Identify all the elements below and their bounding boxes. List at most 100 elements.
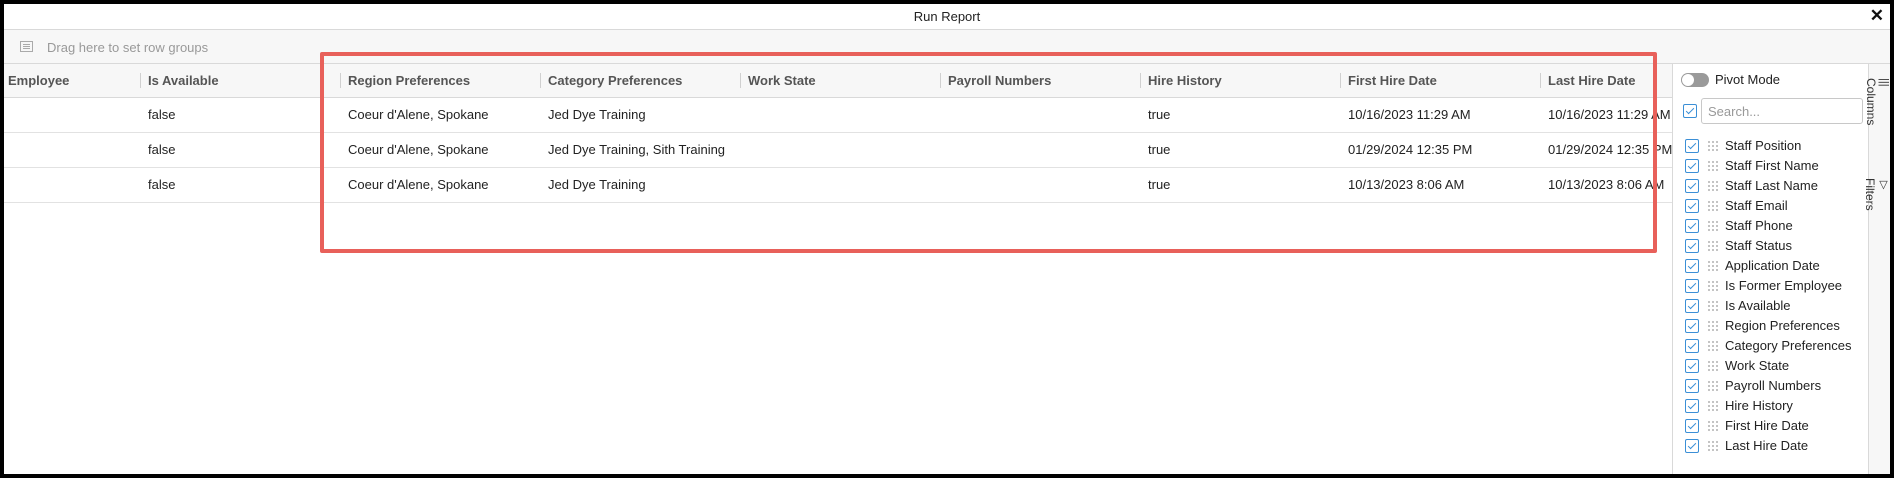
tab-filters[interactable]: ▽ Filters [1863,174,1890,211]
column-toggle-label: Payroll Numbers [1725,378,1822,393]
column-resize-handle[interactable] [1540,73,1541,88]
drag-handle-icon[interactable] [1708,181,1718,191]
column-visible-checkbox[interactable] [1685,319,1699,333]
column-visible-checkbox[interactable] [1685,179,1699,193]
tab-columns-label: Columns [1864,78,1878,126]
columns-tool-panel: Pivot Mode Staff Position Staff First Nam… [1672,64,1869,474]
column-resize-handle[interactable] [340,73,341,88]
cell-work-state [748,98,936,132]
column-toggle-item[interactable]: Application Date [1673,256,1869,276]
drag-handle-icon[interactable] [1708,221,1718,231]
column-header-last-hire-date[interactable]: Last Hire Date [1548,64,1635,97]
cell-employee [8,133,136,167]
column-visible-checkbox[interactable] [1685,339,1699,353]
drag-handle-icon[interactable] [1708,241,1718,251]
drag-handle-icon[interactable] [1708,281,1718,291]
drag-handle-icon[interactable] [1708,441,1718,451]
column-visible-checkbox[interactable] [1685,199,1699,213]
column-resize-handle[interactable] [740,73,741,88]
pivot-mode-toggle[interactable] [1681,73,1709,87]
cell-first-hire-date: 10/13/2023 8:06 AM [1348,177,1465,192]
pivot-mode-label: Pivot Mode [1715,72,1781,87]
column-toggle-item[interactable]: First Hire Date [1673,416,1869,436]
select-all-columns-checkbox[interactable] [1683,104,1697,118]
tab-columns[interactable]: ||| Columns [1864,74,1890,125]
column-resize-handle[interactable] [940,73,941,88]
column-resize-handle[interactable] [1340,73,1341,88]
column-visible-checkbox[interactable] [1685,299,1699,313]
column-toggle-label: Staff Last Name [1725,178,1818,193]
table-row[interactable]: false Coeur d'Alene, Spokane Jed Dye Tra… [4,98,1672,133]
column-toggle-label: Region Preferences [1725,318,1840,333]
close-icon[interactable]: ✕ [1870,6,1884,26]
column-resize-handle[interactable] [1140,73,1141,88]
drag-handle-icon[interactable] [1708,361,1718,371]
column-visible-checkbox[interactable] [1685,139,1699,153]
title-bar: Run Report ✕ [4,4,1890,30]
row-group-placeholder: Drag here to set row groups [47,40,209,55]
column-resize-handle[interactable] [540,73,541,88]
cell-last-hire-date: 10/16/2023 11:29 AM [1548,107,1671,122]
drag-handle-icon[interactable] [1708,421,1718,431]
column-toggle-item[interactable]: Staff Phone [1673,216,1869,236]
column-toggle-item[interactable]: Region Preferences [1673,316,1869,336]
column-visible-checkbox[interactable] [1685,359,1699,373]
column-toggle-item[interactable]: Payroll Numbers [1673,376,1869,396]
column-visible-checkbox[interactable] [1685,419,1699,433]
row-group-bar[interactable]: Drag here to set row groups [4,30,1890,64]
column-header-hire-history[interactable]: Hire History [1148,64,1222,97]
cell-first-hire-date: 01/29/2024 12:35 PM [1348,142,1473,157]
column-toggle-label: Application Date [1725,258,1820,273]
column-visible-checkbox[interactable] [1685,399,1699,413]
column-visible-checkbox[interactable] [1685,239,1699,253]
column-visible-checkbox[interactable] [1685,159,1699,173]
column-toggle-item[interactable]: Category Preferences [1673,336,1869,356]
column-toggle-item[interactable]: Work State [1673,356,1869,376]
window-title: Run Report [913,9,981,24]
column-visible-checkbox[interactable] [1685,219,1699,233]
column-toggle-label: Staff Phone [1725,218,1793,233]
column-search-input[interactable] [1701,98,1863,124]
cell-region-preferences: Coeur d'Alene, Spokane [348,177,489,192]
drag-handle-icon[interactable] [1708,321,1718,331]
column-header-region-preferences[interactable]: Region Preferences [348,64,470,97]
column-toggle-item[interactable]: Staff Email [1673,196,1869,216]
column-toggle-item[interactable]: Staff First Name [1673,156,1869,176]
column-toggle-item[interactable]: Staff Position [1673,136,1869,156]
cell-last-hire-date: 10/13/2023 8:06 AM [1548,177,1665,192]
column-visible-checkbox[interactable] [1685,259,1699,273]
drag-handle-icon[interactable] [1708,381,1718,391]
column-visible-checkbox[interactable] [1685,439,1699,453]
cell-category-preferences: Jed Dye Training [548,107,646,122]
column-visible-checkbox[interactable] [1685,379,1699,393]
column-header-first-hire-date[interactable]: First Hire Date [1348,64,1437,97]
column-header-category-preferences[interactable]: Category Preferences [548,64,682,97]
drag-handle-icon[interactable] [1708,201,1718,211]
table-row[interactable]: false Coeur d'Alene, Spokane Jed Dye Tra… [4,168,1672,203]
column-toggle-item[interactable]: Staff Last Name [1673,176,1869,196]
cell-payroll-numbers [948,168,1136,202]
column-toggle-label: First Hire Date [1725,418,1809,433]
drag-handle-icon[interactable] [1708,141,1718,151]
table-row[interactable]: false Coeur d'Alene, Spokane Jed Dye Tra… [4,133,1672,168]
column-visible-checkbox[interactable] [1685,279,1699,293]
column-header-payroll-numbers[interactable]: Payroll Numbers [948,64,1051,97]
column-resize-handle[interactable] [140,73,141,88]
column-toggle-item[interactable]: Staff Status [1673,236,1869,256]
row-group-icon [20,41,33,52]
column-toggle-item[interactable]: Last Hire Date [1673,436,1869,456]
cell-first-hire-date: 10/16/2023 11:29 AM [1348,107,1471,122]
column-toggle-item[interactable]: Is Former Employee [1673,276,1869,296]
column-header-work-state[interactable]: Work State [748,64,816,97]
drag-handle-icon[interactable] [1708,341,1718,351]
column-toggle-label: Hire History [1725,398,1793,413]
drag-handle-icon[interactable] [1708,261,1718,271]
drag-handle-icon[interactable] [1708,301,1718,311]
column-header-is-available[interactable]: Is Available [148,64,219,97]
column-toggle-item[interactable]: Is Available [1673,296,1869,316]
column-header-employee[interactable]: Employee [8,64,69,97]
drag-handle-icon[interactable] [1708,401,1718,411]
drag-handle-icon[interactable] [1708,161,1718,171]
cell-category-preferences: Jed Dye Training, Sith Training [548,142,726,157]
column-toggle-item[interactable]: Hire History [1673,396,1869,416]
